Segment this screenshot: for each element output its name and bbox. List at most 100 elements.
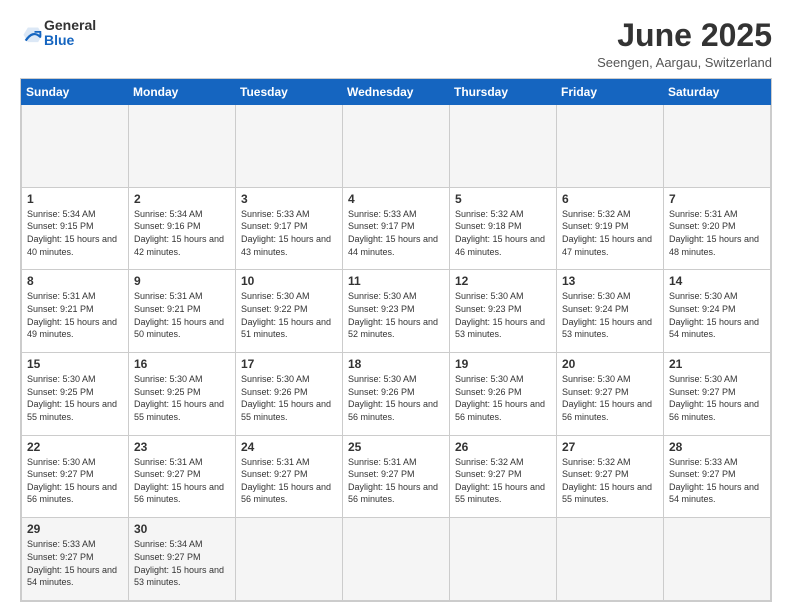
day-number: 3 bbox=[241, 192, 337, 206]
calendar-cell: 5Sunrise: 5:32 AMSunset: 9:18 PMDaylight… bbox=[450, 187, 557, 270]
logo: General Blue bbox=[20, 18, 96, 49]
cell-info: Sunrise: 5:33 AMSunset: 9:27 PMDaylight:… bbox=[669, 456, 765, 506]
calendar-cell: 23Sunrise: 5:31 AMSunset: 9:27 PMDayligh… bbox=[129, 435, 236, 518]
day-number: 18 bbox=[348, 357, 444, 371]
general-blue-icon bbox=[22, 26, 44, 48]
calendar-cell: 18Sunrise: 5:30 AMSunset: 9:26 PMDayligh… bbox=[343, 353, 450, 436]
cell-info: Sunrise: 5:31 AMSunset: 9:27 PMDaylight:… bbox=[241, 456, 337, 506]
cell-info: Sunrise: 5:30 AMSunset: 9:24 PMDaylight:… bbox=[669, 290, 765, 340]
cell-info: Sunrise: 5:34 AMSunset: 9:16 PMDaylight:… bbox=[134, 208, 230, 258]
day-number: 19 bbox=[455, 357, 551, 371]
cell-info: Sunrise: 5:30 AMSunset: 9:25 PMDaylight:… bbox=[134, 373, 230, 423]
day-number: 4 bbox=[348, 192, 444, 206]
calendar-cell: 21Sunrise: 5:30 AMSunset: 9:27 PMDayligh… bbox=[664, 353, 771, 436]
calendar-cell: 9Sunrise: 5:31 AMSunset: 9:21 PMDaylight… bbox=[129, 270, 236, 353]
calendar-cell: 15Sunrise: 5:30 AMSunset: 9:25 PMDayligh… bbox=[22, 353, 129, 436]
month-title: June 2025 bbox=[597, 18, 772, 53]
calendar-cell bbox=[557, 518, 664, 601]
calendar-cell: 8 Sunrise: 5:31 AMSunset: 9:21 PMDaylight… bbox=[22, 270, 129, 353]
col-wednesday: Wednesday bbox=[343, 80, 450, 105]
calendar-cell bbox=[664, 518, 771, 601]
calendar-week-3: 15 Sunrise: 5:30 AMSunset: 9:25 PMDayligh… bbox=[22, 353, 771, 436]
calendar-week-1: 1 Sunrise: 5:34 AMSunset: 9:15 PMDaylight… bbox=[22, 187, 771, 270]
calendar-cell bbox=[236, 105, 343, 188]
day-number: 30 bbox=[134, 522, 230, 536]
logo-text: General Blue bbox=[44, 18, 96, 49]
calendar-week-4: 22Sunrise: 5:30 AMSunset: 9:27 PMDayligh… bbox=[22, 435, 771, 518]
calendar-cell: 22Sunrise: 5:30 AMSunset: 9:27 PMDayligh… bbox=[22, 435, 129, 518]
col-friday: Friday bbox=[557, 80, 664, 105]
calendar-cell: 7Sunrise: 5:31 AMSunset: 9:20 PMDaylight… bbox=[664, 187, 771, 270]
calendar-cell bbox=[129, 105, 236, 188]
cell-info: Sunrise: 5:30 AMSunset: 9:26 PMDaylight:… bbox=[241, 373, 337, 423]
cell-info: Sunrise: 5:31 AMSunset: 9:20 PMDaylight:… bbox=[669, 208, 765, 258]
title-block: June 2025 Seengen, Aargau, Switzerland bbox=[597, 18, 772, 70]
calendar-week-0 bbox=[22, 105, 771, 188]
day-number: 8 bbox=[27, 274, 123, 288]
cell-info: Sunrise: 5:30 AMSunset: 9:27 PMDaylight:… bbox=[27, 456, 123, 506]
day-number: 10 bbox=[241, 274, 337, 288]
calendar-cell: 16 Sunrise: 5:30 AMSunset: 9:25 PMDayligh… bbox=[129, 353, 236, 436]
calendar-cell: 26 Sunrise: 5:32 AMSunset: 9:27 PMDayligh… bbox=[450, 435, 557, 518]
cell-info: Sunrise: 5:30 AMSunset: 9:26 PMDaylight:… bbox=[455, 373, 551, 423]
page: General Blue June 2025 Seengen, Aargau, … bbox=[0, 0, 792, 612]
day-number: 16 bbox=[134, 357, 230, 371]
logo-blue-text: Blue bbox=[44, 33, 96, 48]
header: General Blue June 2025 Seengen, Aargau, … bbox=[20, 18, 772, 70]
day-number: 29 bbox=[27, 522, 123, 536]
cell-info: Sunrise: 5:31 AMSunset: 9:21 PMDaylight:… bbox=[27, 290, 123, 340]
day-number: 14 bbox=[669, 274, 765, 288]
calendar-cell: 13Sunrise: 5:30 AMSunset: 9:24 PMDayligh… bbox=[557, 270, 664, 353]
day-number: 15 bbox=[27, 357, 123, 371]
col-thursday: Thursday bbox=[450, 80, 557, 105]
day-number: 1 bbox=[27, 192, 123, 206]
calendar-cell: 27 Sunrise: 5:32 AMSunset: 9:27 PMDayligh… bbox=[557, 435, 664, 518]
calendar-cell bbox=[557, 105, 664, 188]
col-tuesday: Tuesday bbox=[236, 80, 343, 105]
col-saturday: Saturday bbox=[664, 80, 771, 105]
calendar-week-2: 8 Sunrise: 5:31 AMSunset: 9:21 PMDaylight… bbox=[22, 270, 771, 353]
calendar-cell: 17 Sunrise: 5:30 AMSunset: 9:26 PMDayligh… bbox=[236, 353, 343, 436]
calendar-cell bbox=[450, 518, 557, 601]
day-number: 28 bbox=[669, 440, 765, 454]
day-number: 25 bbox=[348, 440, 444, 454]
calendar-cell bbox=[343, 518, 450, 601]
day-number: 20 bbox=[562, 357, 658, 371]
calendar-cell: 30Sunrise: 5:34 AMSunset: 9:27 PMDayligh… bbox=[129, 518, 236, 601]
location: Seengen, Aargau, Switzerland bbox=[597, 55, 772, 70]
calendar-cell bbox=[22, 105, 129, 188]
col-monday: Monday bbox=[129, 80, 236, 105]
cell-info: Sunrise: 5:31 AMSunset: 9:27 PMDaylight:… bbox=[348, 456, 444, 506]
calendar-table: Sunday Monday Tuesday Wednesday Thursday… bbox=[21, 79, 771, 601]
day-number: 9 bbox=[134, 274, 230, 288]
calendar-cell: 2Sunrise: 5:34 AMSunset: 9:16 PMDaylight… bbox=[129, 187, 236, 270]
calendar-header: Sunday Monday Tuesday Wednesday Thursday… bbox=[22, 80, 771, 105]
day-number: 13 bbox=[562, 274, 658, 288]
day-number: 24 bbox=[241, 440, 337, 454]
calendar-cell: 19 Sunrise: 5:30 AMSunset: 9:26 PMDayligh… bbox=[450, 353, 557, 436]
cell-info: Sunrise: 5:32 AMSunset: 9:27 PMDaylight:… bbox=[455, 456, 551, 506]
day-number: 17 bbox=[241, 357, 337, 371]
calendar-week-5: 29 Sunrise: 5:33 AMSunset: 9:27 PMDayligh… bbox=[22, 518, 771, 601]
logo-general-text: General bbox=[44, 18, 96, 33]
col-sunday: Sunday bbox=[22, 80, 129, 105]
cell-info: Sunrise: 5:33 AMSunset: 9:27 PMDaylight:… bbox=[27, 538, 123, 588]
day-number: 26 bbox=[455, 440, 551, 454]
day-number: 12 bbox=[455, 274, 551, 288]
day-number: 5 bbox=[455, 192, 551, 206]
cell-info: Sunrise: 5:30 AMSunset: 9:23 PMDaylight:… bbox=[348, 290, 444, 340]
cell-info: Sunrise: 5:31 AMSunset: 9:27 PMDaylight:… bbox=[134, 456, 230, 506]
calendar-cell: 28 Sunrise: 5:33 AMSunset: 9:27 PMDayligh… bbox=[664, 435, 771, 518]
cell-info: Sunrise: 5:30 AMSunset: 9:27 PMDaylight:… bbox=[669, 373, 765, 423]
cell-info: Sunrise: 5:32 AMSunset: 9:27 PMDaylight:… bbox=[562, 456, 658, 506]
cell-info: Sunrise: 5:32 AMSunset: 9:19 PMDaylight:… bbox=[562, 208, 658, 258]
day-number: 27 bbox=[562, 440, 658, 454]
calendar-cell: 12Sunrise: 5:30 AMSunset: 9:23 PMDayligh… bbox=[450, 270, 557, 353]
calendar-cell bbox=[450, 105, 557, 188]
calendar-body: 1 Sunrise: 5:34 AMSunset: 9:15 PMDaylight… bbox=[22, 105, 771, 601]
cell-info: Sunrise: 5:30 AMSunset: 9:22 PMDaylight:… bbox=[241, 290, 337, 340]
cell-info: Sunrise: 5:34 AMSunset: 9:15 PMDaylight:… bbox=[27, 208, 123, 258]
calendar-cell: 25 Sunrise: 5:31 AMSunset: 9:27 PMDayligh… bbox=[343, 435, 450, 518]
calendar-cell: 1 Sunrise: 5:34 AMSunset: 9:15 PMDaylight… bbox=[22, 187, 129, 270]
calendar-cell: 6Sunrise: 5:32 AMSunset: 9:19 PMDaylight… bbox=[557, 187, 664, 270]
